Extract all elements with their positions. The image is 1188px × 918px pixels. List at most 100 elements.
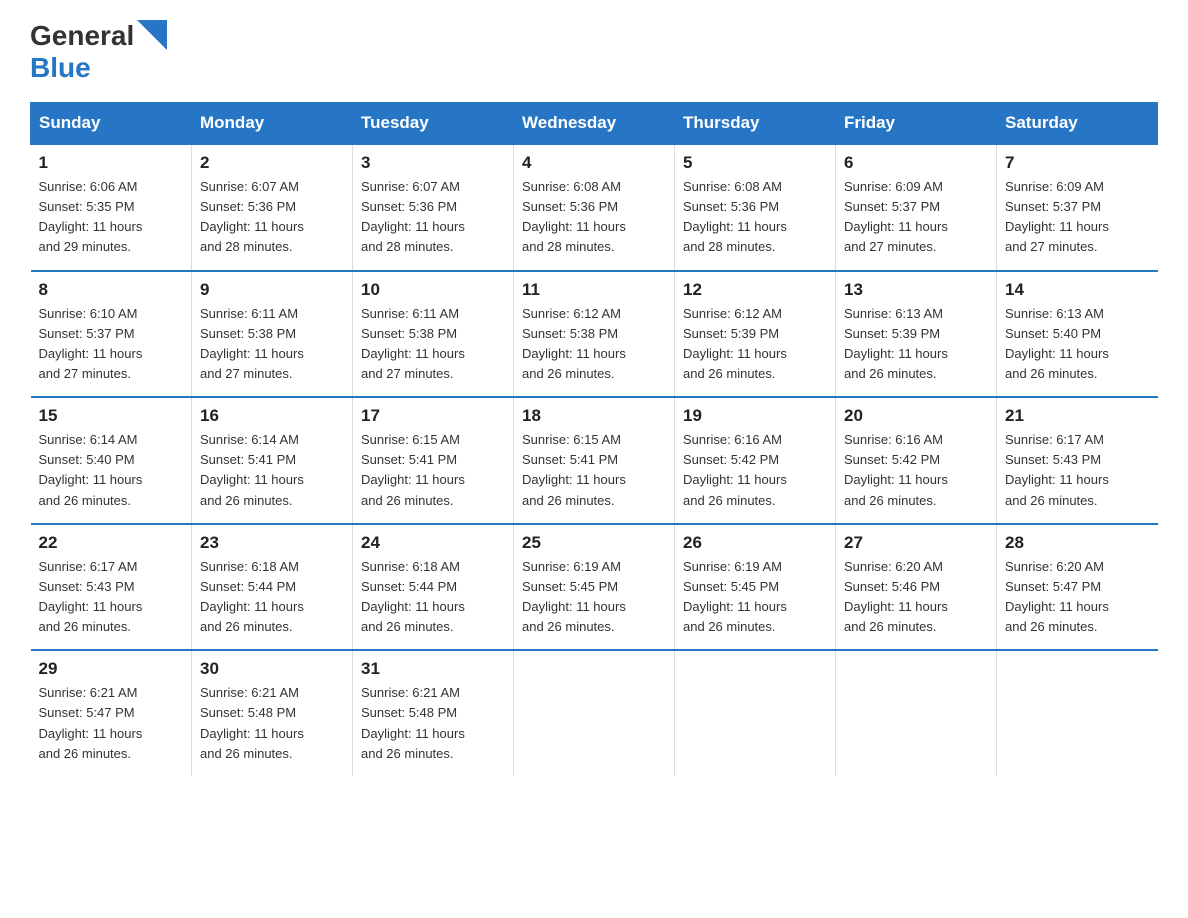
day-info: Sunrise: 6:12 AMSunset: 5:39 PMDaylight:…: [683, 304, 827, 385]
day-number: 2: [200, 153, 344, 173]
logo-general: General: [30, 20, 134, 52]
day-number: 18: [522, 406, 666, 426]
day-cell: 14 Sunrise: 6:13 AMSunset: 5:40 PMDaylig…: [997, 271, 1158, 398]
week-row-3: 15 Sunrise: 6:14 AMSunset: 5:40 PMDaylig…: [31, 397, 1158, 524]
day-info: Sunrise: 6:19 AMSunset: 5:45 PMDaylight:…: [683, 557, 827, 638]
day-number: 17: [361, 406, 505, 426]
day-info: Sunrise: 6:13 AMSunset: 5:39 PMDaylight:…: [844, 304, 988, 385]
logo: General Blue: [30, 20, 167, 84]
day-cell: [997, 650, 1158, 776]
day-number: 25: [522, 533, 666, 553]
day-cell: 28 Sunrise: 6:20 AMSunset: 5:47 PMDaylig…: [997, 524, 1158, 651]
day-cell: 22 Sunrise: 6:17 AMSunset: 5:43 PMDaylig…: [31, 524, 192, 651]
day-cell: 18 Sunrise: 6:15 AMSunset: 5:41 PMDaylig…: [514, 397, 675, 524]
day-cell: 15 Sunrise: 6:14 AMSunset: 5:40 PMDaylig…: [31, 397, 192, 524]
day-info: Sunrise: 6:07 AMSunset: 5:36 PMDaylight:…: [200, 177, 344, 258]
day-number: 23: [200, 533, 344, 553]
day-cell: 5 Sunrise: 6:08 AMSunset: 5:36 PMDayligh…: [675, 144, 836, 271]
day-info: Sunrise: 6:20 AMSunset: 5:47 PMDaylight:…: [1005, 557, 1150, 638]
day-number: 26: [683, 533, 827, 553]
day-number: 14: [1005, 280, 1150, 300]
day-info: Sunrise: 6:10 AMSunset: 5:37 PMDaylight:…: [39, 304, 184, 385]
day-cell: 17 Sunrise: 6:15 AMSunset: 5:41 PMDaylig…: [353, 397, 514, 524]
day-info: Sunrise: 6:16 AMSunset: 5:42 PMDaylight:…: [844, 430, 988, 511]
day-number: 22: [39, 533, 184, 553]
day-cell: 27 Sunrise: 6:20 AMSunset: 5:46 PMDaylig…: [836, 524, 997, 651]
day-cell: 29 Sunrise: 6:21 AMSunset: 5:47 PMDaylig…: [31, 650, 192, 776]
page-header: General Blue: [30, 20, 1158, 84]
header-saturday: Saturday: [997, 103, 1158, 145]
week-row-1: 1 Sunrise: 6:06 AMSunset: 5:35 PMDayligh…: [31, 144, 1158, 271]
day-info: Sunrise: 6:09 AMSunset: 5:37 PMDaylight:…: [1005, 177, 1150, 258]
week-row-5: 29 Sunrise: 6:21 AMSunset: 5:47 PMDaylig…: [31, 650, 1158, 776]
day-info: Sunrise: 6:09 AMSunset: 5:37 PMDaylight:…: [844, 177, 988, 258]
day-cell: 1 Sunrise: 6:06 AMSunset: 5:35 PMDayligh…: [31, 144, 192, 271]
day-number: 9: [200, 280, 344, 300]
day-number: 5: [683, 153, 827, 173]
day-cell: 3 Sunrise: 6:07 AMSunset: 5:36 PMDayligh…: [353, 144, 514, 271]
day-number: 4: [522, 153, 666, 173]
day-number: 20: [844, 406, 988, 426]
day-info: Sunrise: 6:08 AMSunset: 5:36 PMDaylight:…: [683, 177, 827, 258]
day-info: Sunrise: 6:18 AMSunset: 5:44 PMDaylight:…: [361, 557, 505, 638]
day-cell: [675, 650, 836, 776]
day-number: 1: [39, 153, 184, 173]
day-info: Sunrise: 6:21 AMSunset: 5:48 PMDaylight:…: [361, 683, 505, 764]
day-cell: 10 Sunrise: 6:11 AMSunset: 5:38 PMDaylig…: [353, 271, 514, 398]
day-number: 30: [200, 659, 344, 679]
day-cell: 23 Sunrise: 6:18 AMSunset: 5:44 PMDaylig…: [192, 524, 353, 651]
day-info: Sunrise: 6:07 AMSunset: 5:36 PMDaylight:…: [361, 177, 505, 258]
day-info: Sunrise: 6:11 AMSunset: 5:38 PMDaylight:…: [361, 304, 505, 385]
day-info: Sunrise: 6:13 AMSunset: 5:40 PMDaylight:…: [1005, 304, 1150, 385]
day-info: Sunrise: 6:06 AMSunset: 5:35 PMDaylight:…: [39, 177, 184, 258]
day-cell: 25 Sunrise: 6:19 AMSunset: 5:45 PMDaylig…: [514, 524, 675, 651]
day-number: 11: [522, 280, 666, 300]
day-number: 13: [844, 280, 988, 300]
logo-triangle-icon: [137, 20, 167, 50]
day-cell: 8 Sunrise: 6:10 AMSunset: 5:37 PMDayligh…: [31, 271, 192, 398]
day-info: Sunrise: 6:14 AMSunset: 5:41 PMDaylight:…: [200, 430, 344, 511]
day-cell: 31 Sunrise: 6:21 AMSunset: 5:48 PMDaylig…: [353, 650, 514, 776]
day-info: Sunrise: 6:16 AMSunset: 5:42 PMDaylight:…: [683, 430, 827, 511]
day-cell: 24 Sunrise: 6:18 AMSunset: 5:44 PMDaylig…: [353, 524, 514, 651]
header-wednesday: Wednesday: [514, 103, 675, 145]
day-cell: 19 Sunrise: 6:16 AMSunset: 5:42 PMDaylig…: [675, 397, 836, 524]
day-number: 10: [361, 280, 505, 300]
day-info: Sunrise: 6:15 AMSunset: 5:41 PMDaylight:…: [361, 430, 505, 511]
day-number: 31: [361, 659, 505, 679]
day-cell: 6 Sunrise: 6:09 AMSunset: 5:37 PMDayligh…: [836, 144, 997, 271]
day-cell: [514, 650, 675, 776]
header-sunday: Sunday: [31, 103, 192, 145]
week-row-4: 22 Sunrise: 6:17 AMSunset: 5:43 PMDaylig…: [31, 524, 1158, 651]
day-number: 27: [844, 533, 988, 553]
day-info: Sunrise: 6:19 AMSunset: 5:45 PMDaylight:…: [522, 557, 666, 638]
day-info: Sunrise: 6:17 AMSunset: 5:43 PMDaylight:…: [39, 557, 184, 638]
day-number: 8: [39, 280, 184, 300]
day-cell: 20 Sunrise: 6:16 AMSunset: 5:42 PMDaylig…: [836, 397, 997, 524]
header-tuesday: Tuesday: [353, 103, 514, 145]
day-cell: 7 Sunrise: 6:09 AMSunset: 5:37 PMDayligh…: [997, 144, 1158, 271]
calendar-table: SundayMondayTuesdayWednesdayThursdayFrid…: [30, 102, 1158, 776]
day-cell: 16 Sunrise: 6:14 AMSunset: 5:41 PMDaylig…: [192, 397, 353, 524]
day-info: Sunrise: 6:11 AMSunset: 5:38 PMDaylight:…: [200, 304, 344, 385]
day-cell: 4 Sunrise: 6:08 AMSunset: 5:36 PMDayligh…: [514, 144, 675, 271]
day-info: Sunrise: 6:21 AMSunset: 5:48 PMDaylight:…: [200, 683, 344, 764]
day-number: 3: [361, 153, 505, 173]
day-number: 15: [39, 406, 184, 426]
day-cell: 11 Sunrise: 6:12 AMSunset: 5:38 PMDaylig…: [514, 271, 675, 398]
day-info: Sunrise: 6:12 AMSunset: 5:38 PMDaylight:…: [522, 304, 666, 385]
header-thursday: Thursday: [675, 103, 836, 145]
day-cell: [836, 650, 997, 776]
day-cell: 13 Sunrise: 6:13 AMSunset: 5:39 PMDaylig…: [836, 271, 997, 398]
day-cell: 9 Sunrise: 6:11 AMSunset: 5:38 PMDayligh…: [192, 271, 353, 398]
header-monday: Monday: [192, 103, 353, 145]
day-cell: 2 Sunrise: 6:07 AMSunset: 5:36 PMDayligh…: [192, 144, 353, 271]
day-number: 7: [1005, 153, 1150, 173]
week-row-2: 8 Sunrise: 6:10 AMSunset: 5:37 PMDayligh…: [31, 271, 1158, 398]
weekday-header-row: SundayMondayTuesdayWednesdayThursdayFrid…: [31, 103, 1158, 145]
day-cell: 26 Sunrise: 6:19 AMSunset: 5:45 PMDaylig…: [675, 524, 836, 651]
day-number: 19: [683, 406, 827, 426]
header-friday: Friday: [836, 103, 997, 145]
day-info: Sunrise: 6:20 AMSunset: 5:46 PMDaylight:…: [844, 557, 988, 638]
day-info: Sunrise: 6:14 AMSunset: 5:40 PMDaylight:…: [39, 430, 184, 511]
